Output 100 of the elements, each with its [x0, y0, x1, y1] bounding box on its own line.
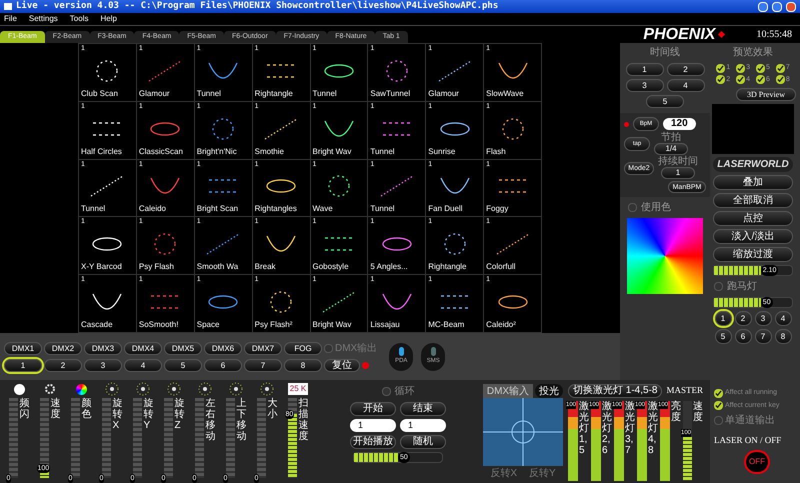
start-button[interactable]: 开始 — [350, 402, 396, 416]
checkbox[interactable] — [714, 401, 723, 410]
end-button[interactable]: 结束 — [400, 402, 446, 416]
dial-icon — [136, 382, 150, 396]
vertical-label: 激光灯2,6 — [602, 401, 612, 458]
device-icon — [430, 347, 436, 356]
action-button[interactable]: 缩放过渡 — [713, 247, 793, 262]
dmx-button[interactable]: FOG — [284, 342, 322, 355]
bpm-field[interactable]: 120 — [663, 118, 696, 130]
checkbox[interactable] — [628, 203, 637, 212]
dmx-button[interactable]: DMX5 — [164, 342, 202, 355]
dmx-button[interactable]: DMX7 — [244, 342, 282, 355]
menu-item[interactable]: Help — [100, 13, 117, 25]
effect-label: Tunnel — [370, 205, 396, 216]
maximize-icon[interactable] — [772, 2, 782, 12]
switch-button[interactable]: 切换激光灯 1-4,5-8 — [568, 384, 662, 398]
bank-button[interactable]: 4 — [774, 311, 792, 326]
play-button[interactable]: 开始播放 — [350, 435, 396, 449]
duration-button[interactable]: 1 — [661, 167, 695, 179]
key-button[interactable]: 3 — [84, 359, 122, 372]
bank-button[interactable]: 2 — [734, 311, 752, 326]
bank-button[interactable]: 1 — [714, 311, 732, 326]
minimize-icon[interactable] — [758, 2, 768, 12]
checkbox[interactable] — [714, 416, 723, 425]
light-icon — [14, 384, 24, 394]
meter-fill[interactable] — [568, 401, 578, 481]
laser-toggle-label: LASER ON / OFF — [714, 434, 782, 447]
key-button[interactable]: 7 — [244, 359, 282, 372]
effect-label: ClassicScan — [138, 148, 184, 158]
tab[interactable]: DMX输入 — [482, 384, 534, 398]
checkbox[interactable] — [756, 64, 765, 73]
action-button[interactable]: 全部取消 — [713, 193, 793, 208]
dmx-button[interactable]: DMX4 — [124, 342, 162, 355]
timeline-button[interactable]: 4 — [666, 79, 704, 92]
effect-label: Glamour — [138, 90, 171, 100]
action-button[interactable]: 叠加 — [713, 175, 793, 190]
vertical-label: 激光灯4,8 — [648, 401, 658, 458]
timeline-button[interactable]: 1 — [626, 63, 664, 76]
checkbox[interactable] — [716, 75, 726, 84]
checkbox[interactable] — [736, 64, 746, 73]
checkbox[interactable] — [714, 388, 723, 398]
bank-button[interactable]: 5 — [714, 329, 732, 344]
slider-fill[interactable] — [354, 453, 398, 462]
key-button[interactable]: 5 — [164, 359, 202, 372]
dmx-button[interactable]: DMX2 — [44, 342, 82, 355]
reset-button[interactable]: 复位 — [324, 359, 360, 372]
meter-fill[interactable] — [660, 401, 670, 481]
checkbox[interactable] — [324, 344, 333, 353]
preview-button[interactable]: 3D Preview — [736, 88, 796, 101]
effect-label: Caleido² — [486, 320, 517, 331]
effect-label: 5 Angles... — [370, 263, 409, 274]
laser-off-button[interactable]: OFF — [744, 450, 770, 474]
checkbox[interactable] — [716, 64, 726, 73]
color-temp-badge: 25 K — [288, 383, 308, 395]
menu-item[interactable]: Settings — [28, 13, 58, 25]
action-button[interactable]: 淡入/淡出 — [713, 229, 793, 244]
checkbox[interactable] — [776, 64, 785, 73]
timeline-button[interactable]: 2 — [666, 63, 704, 76]
bank-button[interactable]: 3 — [754, 311, 772, 326]
meter-fill[interactable] — [591, 401, 601, 481]
checkbox[interactable] — [736, 75, 746, 84]
checkbox[interactable] — [382, 387, 390, 396]
tab[interactable]: 投光 — [535, 384, 564, 398]
xy-pad[interactable] — [483, 398, 563, 466]
close-icon[interactable] — [786, 2, 796, 12]
menu-item[interactable]: File — [4, 13, 17, 25]
bank-button[interactable]: 7 — [754, 329, 772, 344]
meter-fill[interactable] — [637, 401, 647, 481]
spin-field[interactable]: 1 — [400, 419, 446, 432]
key-button[interactable]: 6 — [204, 359, 242, 372]
slider-fill[interactable] — [714, 298, 761, 307]
effect-label: Rightangle — [254, 90, 294, 100]
spin-field[interactable]: 1 — [350, 419, 396, 432]
checkbox[interactable] — [756, 75, 765, 84]
meter-fill[interactable] — [614, 401, 624, 481]
slider-fill[interactable] — [714, 266, 761, 275]
random-button[interactable]: 随机 — [400, 435, 446, 449]
effect-label: Wave — [312, 205, 334, 216]
color-wheel-icon — [76, 384, 86, 394]
effect-label: Gobostyle — [312, 263, 350, 274]
beat-button[interactable]: 1/4 — [654, 143, 688, 155]
key-button[interactable]: 8 — [284, 359, 322, 372]
timeline-button[interactable]: 5 — [646, 95, 684, 108]
dmx-button[interactable]: DMX1 — [4, 342, 42, 355]
key-button[interactable]: 1 — [4, 359, 42, 372]
key-button[interactable]: 2 — [44, 359, 82, 372]
bank-button[interactable]: 8 — [774, 329, 792, 344]
meter-fill[interactable] — [683, 437, 692, 481]
menu-item[interactable]: Tools — [70, 13, 88, 25]
color-wheel[interactable] — [627, 218, 703, 294]
section-label: 节拍 — [661, 133, 681, 143]
dmx-button[interactable]: DMX3 — [84, 342, 122, 355]
dmx-button[interactable]: DMX6 — [204, 342, 242, 355]
bank-button[interactable]: 6 — [734, 329, 752, 344]
checkbox[interactable] — [776, 75, 785, 84]
key-button[interactable]: 4 — [124, 359, 162, 372]
action-button[interactable]: 点控 — [713, 211, 793, 226]
checkbox[interactable] — [714, 282, 723, 291]
timeline-button[interactable]: 3 — [626, 79, 664, 92]
checkbox-label: DMX输出 — [335, 342, 378, 356]
